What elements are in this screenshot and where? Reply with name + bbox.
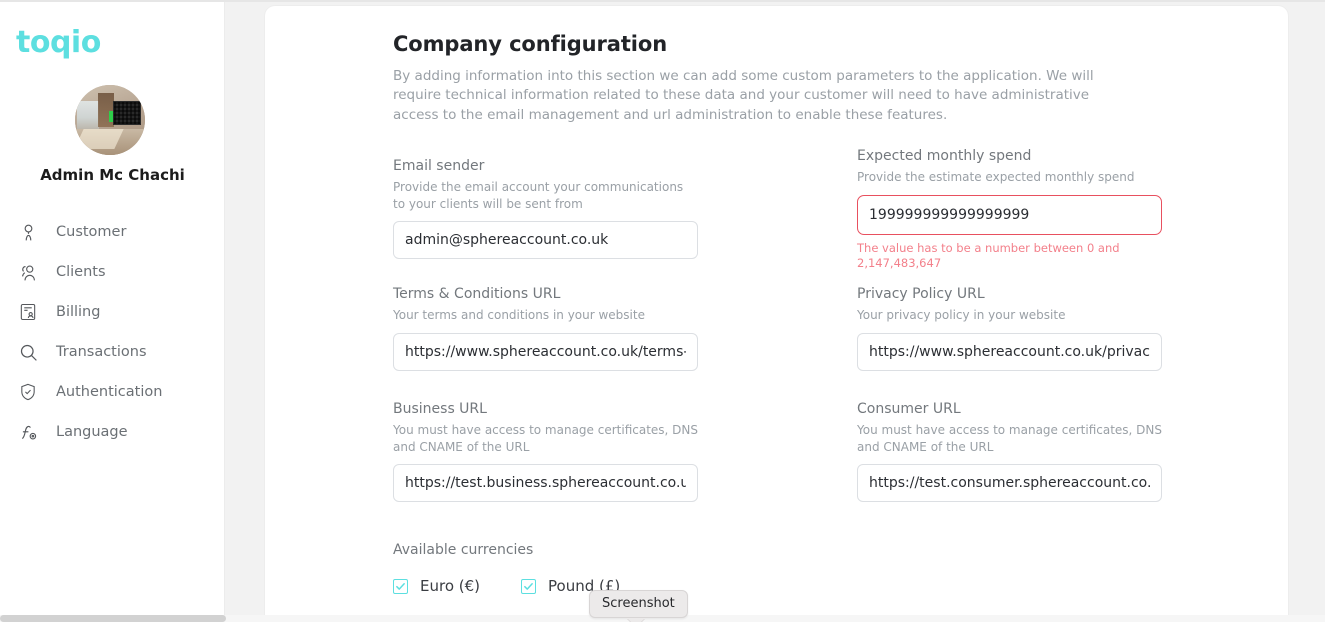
tooltip-text: Screenshot [589, 590, 688, 618]
field-help: Your terms and conditions in your websit… [393, 308, 645, 322]
field-expected-monthly-spend: Expected monthly spend Provide the estim… [857, 148, 1162, 271]
field-label: Expected monthly spend [857, 148, 1032, 164]
field-label: Consumer URL [857, 401, 961, 417]
sidebar-item-customer[interactable]: Customer [0, 212, 225, 252]
email-sender-input[interactable] [393, 221, 698, 259]
sidebar-item-label: Billing [56, 304, 101, 320]
sidebar-item-authentication[interactable]: Authentication [0, 372, 225, 412]
page-title: Company configuration [393, 32, 668, 56]
business-url-input[interactable] [393, 464, 698, 502]
sidebar-item-label: Customer [56, 224, 127, 240]
sidebar-item-label: Transactions [56, 344, 147, 360]
field-help: Provide the estimate expected monthly sp… [857, 170, 1135, 184]
currency-option-euro[interactable]: Euro (€) [393, 577, 480, 595]
field-help: You must have access to manage certifica… [857, 423, 1163, 454]
field-terms-url: Terms & Conditions URL Your terms and co… [393, 286, 698, 371]
avatar-photo [75, 85, 145, 155]
user-name: Admin Mc Chachi [40, 166, 185, 184]
available-currencies-label: Available currencies [393, 542, 534, 558]
toqio-logo[interactable]: toqio [16, 28, 101, 58]
person-icon [16, 220, 40, 244]
people-icon [16, 260, 40, 284]
company-configuration-card: Company configuration By adding informat… [265, 6, 1288, 622]
field-label: Privacy Policy URL [857, 286, 985, 302]
page-description: By adding information into this section … [393, 68, 1094, 123]
sidebar-item-label: Language [56, 424, 128, 440]
field-label: Terms & Conditions URL [393, 286, 561, 302]
top-hairline [0, 0, 1325, 2]
sidebar: toqio Admin Mc Chachi Customer Clients B… [0, 0, 225, 622]
sidebar-item-label: Clients [56, 264, 106, 280]
shield-check-icon [16, 380, 40, 404]
checkbox-pound[interactable] [521, 578, 537, 594]
sidebar-item-clients[interactable]: Clients [0, 252, 225, 292]
sidebar-item-label: Authentication [56, 384, 163, 400]
sidebar-item-billing[interactable]: Billing [0, 292, 225, 332]
sidebar-nav: Customer Clients Billing Transactions Au… [0, 212, 225, 452]
terms-url-input[interactable] [393, 332, 698, 371]
field-help: Provide the email account your communica… [393, 180, 684, 211]
screenshot-tooltip: Screenshot [589, 590, 688, 622]
field-label: Email sender [393, 158, 485, 174]
field-help: Your privacy policy in your website [857, 308, 1066, 322]
avatar[interactable] [75, 85, 145, 155]
available-currencies-section: Available currencies Euro (€) Pound (£) [393, 542, 893, 595]
checkbox-euro[interactable] [393, 578, 408, 594]
expected-monthly-spend-input[interactable] [857, 194, 1162, 235]
sidebar-item-language[interactable]: Language [0, 412, 225, 452]
tooltip-arrow-icon [627, 618, 645, 622]
field-label: Business URL [393, 401, 487, 417]
field-business-url: Business URL You must have access to man… [393, 401, 698, 502]
field-consumer-url: Consumer URL You must have access to man… [857, 401, 1162, 502]
privacy-url-input[interactable] [857, 332, 1162, 371]
field-privacy-url: Privacy Policy URL Your privacy policy i… [857, 286, 1162, 371]
field-email-sender: Email sender Provide the email account y… [393, 158, 698, 259]
billing-card-icon [16, 300, 40, 324]
currency-label: Euro (€) [420, 577, 481, 595]
horizontal-scrollbar-thumb[interactable] [0, 615, 226, 622]
search-icon [16, 340, 40, 364]
field-help: You must have access to manage certifica… [393, 423, 699, 454]
language-gear-icon [16, 420, 40, 444]
expected-monthly-spend-error: The value has to be a number between 0 a… [857, 240, 1120, 270]
app-root: toqio Admin Mc Chachi Customer Clients B… [0, 0, 1325, 622]
sidebar-item-transactions[interactable]: Transactions [0, 332, 225, 372]
consumer-url-input[interactable] [857, 464, 1162, 502]
